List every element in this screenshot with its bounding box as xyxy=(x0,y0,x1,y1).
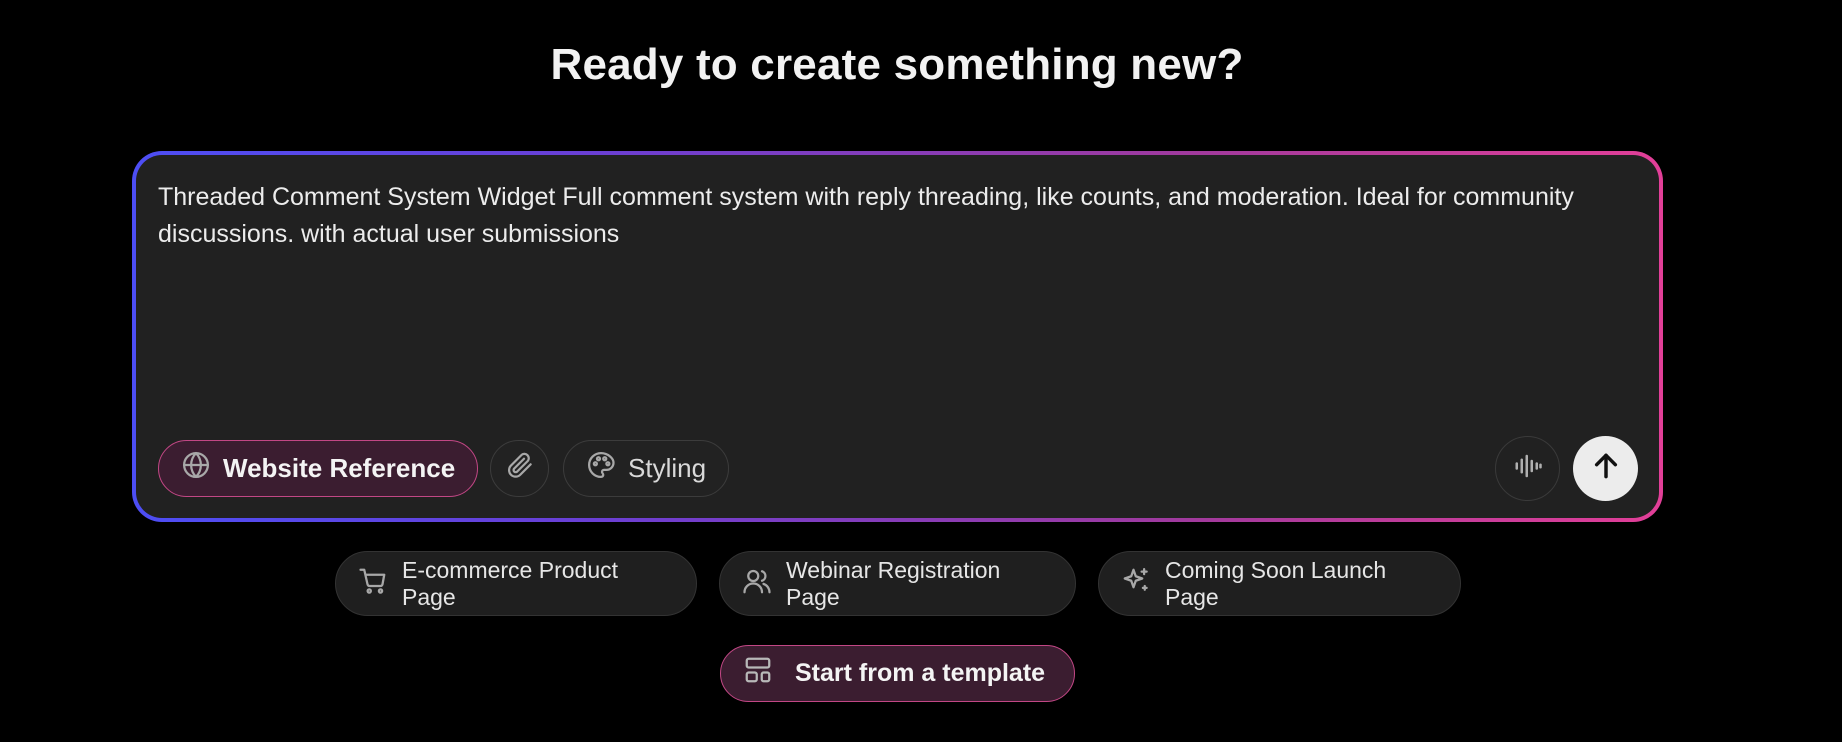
suggestion-coming-soon[interactable]: Coming Soon Launch Page xyxy=(1098,551,1461,616)
page-title: Ready to create something new? xyxy=(550,40,1244,89)
palette-icon xyxy=(586,450,616,487)
suggestion-label: Webinar Registration Page xyxy=(786,556,1001,610)
website-reference-label: Website Reference xyxy=(223,453,456,483)
globe-icon xyxy=(181,450,211,487)
sparkles-icon xyxy=(1121,566,1151,602)
suggestion-ecommerce[interactable]: E-commerce Product Page xyxy=(335,551,697,616)
page: Ready to create something new? Threaded … xyxy=(0,0,1842,742)
send-button[interactable] xyxy=(1573,436,1638,501)
users-icon xyxy=(742,566,772,602)
website-reference-button[interactable]: Website Reference xyxy=(158,440,479,497)
arrow-up-icon xyxy=(1590,450,1622,487)
styling-button[interactable]: Styling xyxy=(563,440,730,497)
suggestion-webinar[interactable]: Webinar Registration Page xyxy=(719,551,1076,616)
voice-input-button[interactable] xyxy=(1495,436,1560,501)
styling-label: Styling xyxy=(628,453,707,483)
prompt-frame: Threaded Comment System Widget Full comm… xyxy=(132,151,1663,522)
shopping-cart-icon xyxy=(358,566,388,602)
start-from-template-button[interactable]: Start from a template xyxy=(720,645,1075,702)
suggestion-label: E-commerce Product Page xyxy=(402,556,619,610)
layout-template-icon xyxy=(743,655,773,692)
prompt-input[interactable]: Threaded Comment System Widget Full comm… xyxy=(158,179,1618,253)
suggestion-label: Coming Soon Launch Page xyxy=(1165,556,1387,610)
template-label: Start from a template xyxy=(795,659,1046,687)
paperclip-icon xyxy=(505,450,535,487)
attach-button[interactable] xyxy=(490,440,549,497)
prompt-box[interactable]: Threaded Comment System Widget Full comm… xyxy=(136,155,1659,518)
audio-waveform-icon xyxy=(1513,451,1543,486)
